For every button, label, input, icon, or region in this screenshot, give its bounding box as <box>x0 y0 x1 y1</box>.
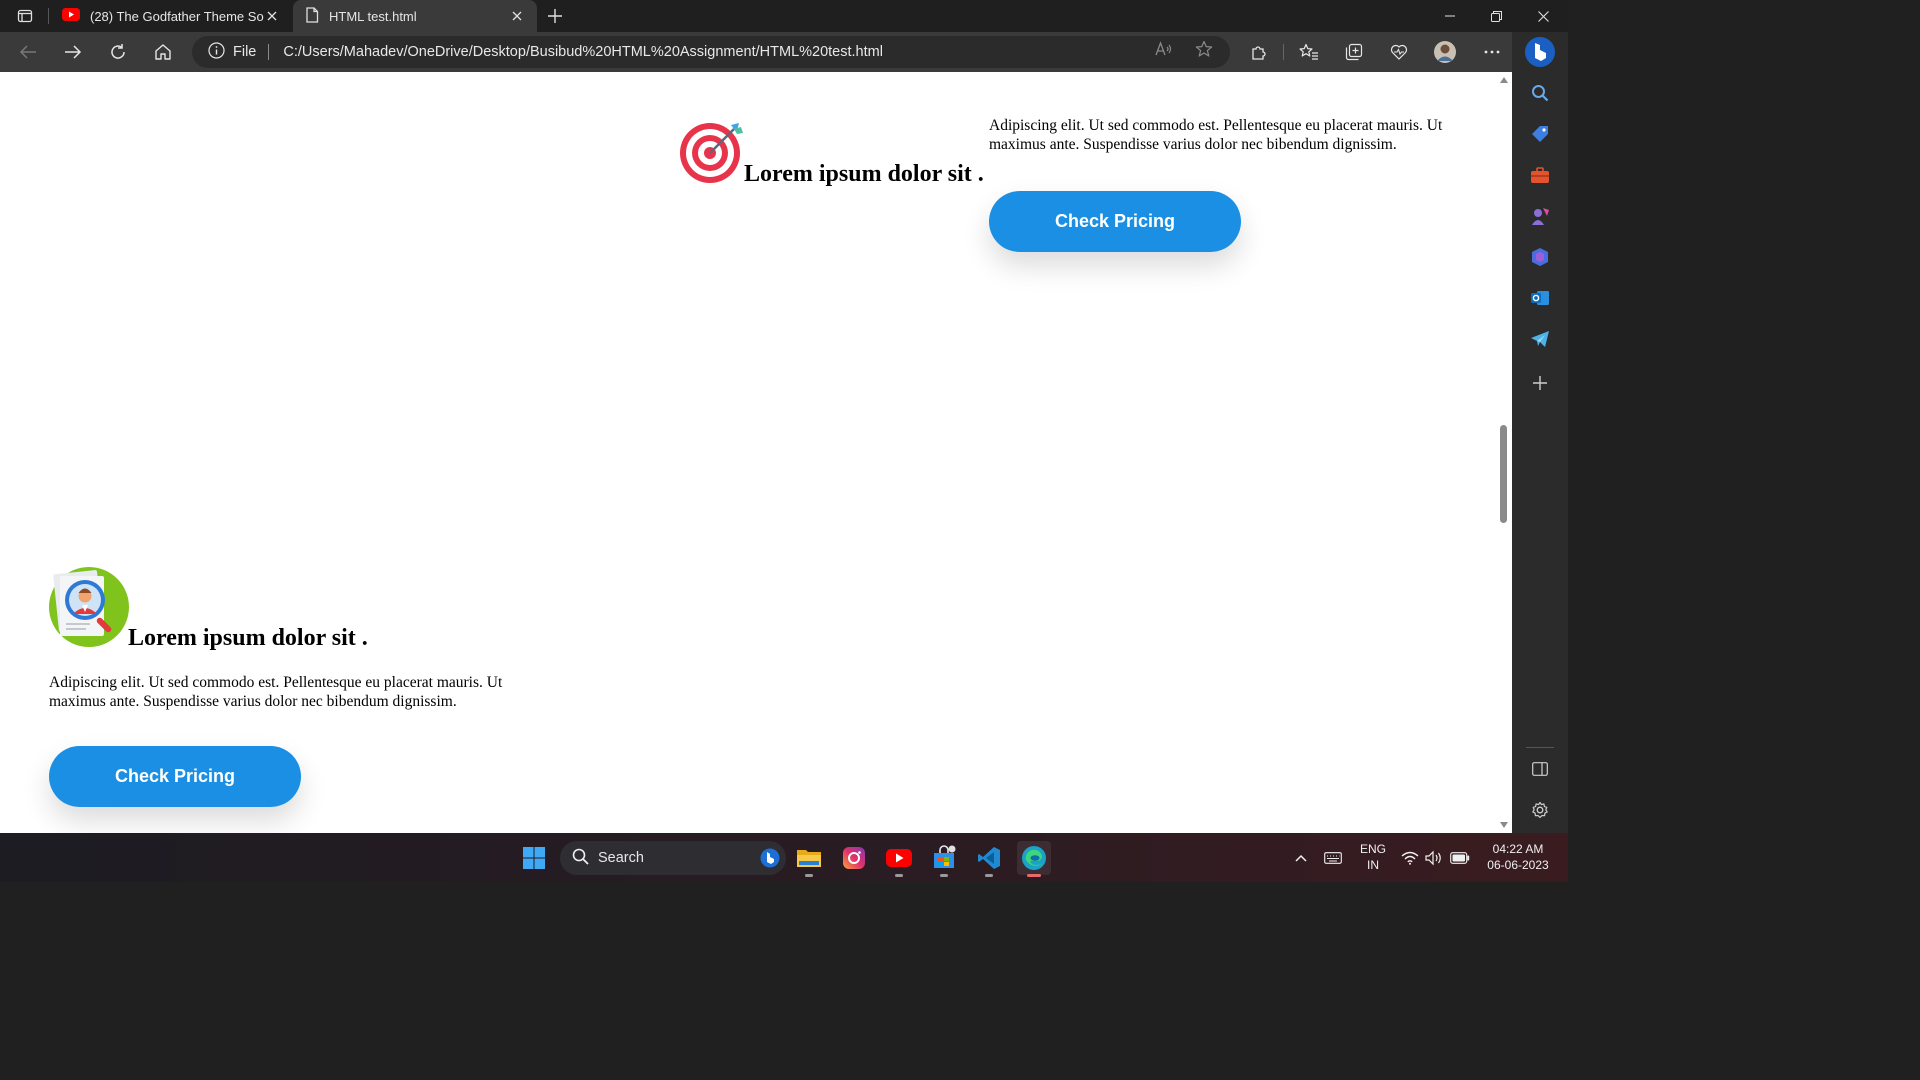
language-indicator[interactable]: ENG IN <box>1355 841 1391 873</box>
scroll-down-icon[interactable] <box>1499 821 1509 829</box>
more-options-icon[interactable] <box>1478 38 1506 66</box>
edge-icon[interactable] <box>1017 841 1051 877</box>
feature-description: Adipiscing elit. Ut sed commodo est. Pel… <box>989 117 1443 153</box>
tab-title: (28) The Godfather Theme Song <box>90 8 264 24</box>
games-icon[interactable] <box>1528 204 1552 228</box>
profile-avatar[interactable] <box>1431 38 1459 66</box>
close-window-button[interactable] <box>1520 0 1566 32</box>
browser-essentials-icon[interactable] <box>1385 38 1413 66</box>
browser-title-bar: (28) The Godfather Theme Song HTML test.… <box>0 0 1568 32</box>
clock[interactable]: 04:22 AM 06-06-2023 <box>1480 841 1556 873</box>
file-explorer-icon[interactable] <box>792 841 826 877</box>
keyboard-icon[interactable] <box>1323 849 1343 867</box>
toolbar-divider <box>1283 44 1284 60</box>
browser-toolbar: File C:/Users/Mahadev/OneDrive/Desktop/B… <box>0 32 1568 72</box>
address-bar[interactable]: File C:/Users/Mahadev/OneDrive/Desktop/B… <box>192 36 1230 68</box>
office-icon[interactable] <box>1528 245 1552 269</box>
collections-icon[interactable] <box>1340 38 1368 66</box>
tab-godfather[interactable]: (28) The Godfather Theme Song <box>50 0 292 32</box>
youtube-icon[interactable] <box>882 841 916 877</box>
home-button[interactable] <box>149 38 177 66</box>
read-aloud-icon[interactable] <box>1155 40 1173 58</box>
language-region: IN <box>1367 858 1379 872</box>
vscode-icon[interactable] <box>972 841 1006 877</box>
bing-icon[interactable] <box>760 848 780 872</box>
check-pricing-button[interactable]: Check Pricing <box>989 191 1241 252</box>
tab-title: HTML test.html <box>329 8 417 24</box>
url-text[interactable]: C:/Users/Mahadev/OneDrive/Desktop/Busibu… <box>283 44 883 60</box>
feature-title: Lorem ipsum dolor sit . <box>128 625 368 651</box>
language-code: ENG <box>1359 842 1386 856</box>
search-icon <box>572 848 589 869</box>
close-icon[interactable] <box>264 8 280 24</box>
wifi-icon[interactable] <box>1400 849 1420 867</box>
refresh-button[interactable] <box>104 38 132 66</box>
taskbar-search-box[interactable]: Search <box>560 841 786 875</box>
clock-date: 06-06-2023 <box>1487 858 1549 872</box>
tab-actions-icon[interactable] <box>10 6 40 26</box>
shopping-tag-icon[interactable] <box>1528 122 1552 146</box>
favorites-icon[interactable] <box>1295 38 1323 66</box>
feature-title: Lorem ipsum dolor sit . <box>744 161 984 187</box>
file-icon <box>305 6 319 26</box>
start-icon[interactable] <box>517 841 551 875</box>
search-placeholder: Search <box>598 850 644 866</box>
scroll-up-icon[interactable] <box>1499 76 1509 84</box>
sidebar-divider <box>1526 747 1554 748</box>
address-separator <box>268 44 270 60</box>
check-pricing-button[interactable]: Check Pricing <box>49 746 301 807</box>
chevron-up-icon[interactable] <box>1291 849 1311 867</box>
page-content: Lorem ipsum dolor sit . Adipiscing elit.… <box>0 72 1496 833</box>
extensions-icon[interactable] <box>1245 38 1273 66</box>
outlook-icon[interactable] <box>1528 286 1552 310</box>
restore-button[interactable] <box>1473 0 1519 32</box>
tab-divider <box>48 8 49 24</box>
toolbox-icon[interactable] <box>1528 163 1552 187</box>
scrollbar-thumb[interactable] <box>1500 425 1507 523</box>
battery-icon[interactable] <box>1450 849 1470 867</box>
settings-icon[interactable] <box>1528 798 1552 822</box>
split-view-icon[interactable] <box>1528 757 1552 781</box>
volume-icon[interactable] <box>1424 849 1444 867</box>
recruiter-search-icon <box>48 566 130 653</box>
close-icon[interactable] <box>509 8 525 24</box>
scheme-label: File <box>233 44 257 60</box>
new-tab-button[interactable] <box>544 6 566 26</box>
clock-time: 04:22 AM <box>1492 842 1544 856</box>
edge-sidebar <box>1512 32 1568 833</box>
windows-taskbar: Search ENG IN 04:22 AM 06-06-2023 <box>0 833 1568 882</box>
add-icon[interactable] <box>1528 371 1552 395</box>
telegram-icon[interactable] <box>1528 327 1552 351</box>
back-button[interactable] <box>14 38 42 66</box>
favorite-star-icon[interactable] <box>1195 40 1213 58</box>
feature-description: Adipiscing elit. Ut sed commodo est. Pel… <box>49 674 503 710</box>
minimize-button[interactable] <box>1427 0 1473 32</box>
search-icon[interactable] <box>1528 81 1552 105</box>
youtube-icon <box>62 8 80 24</box>
instagram-icon[interactable] <box>837 841 871 875</box>
tab-html-test[interactable]: HTML test.html <box>293 0 537 32</box>
info-icon[interactable] <box>208 41 225 63</box>
store-icon[interactable] <box>927 841 961 877</box>
forward-button[interactable] <box>59 38 87 66</box>
target-icon <box>679 121 745 190</box>
page-scrollbar[interactable] <box>1496 72 1512 833</box>
bing-copilot-icon[interactable] <box>1524 36 1556 68</box>
